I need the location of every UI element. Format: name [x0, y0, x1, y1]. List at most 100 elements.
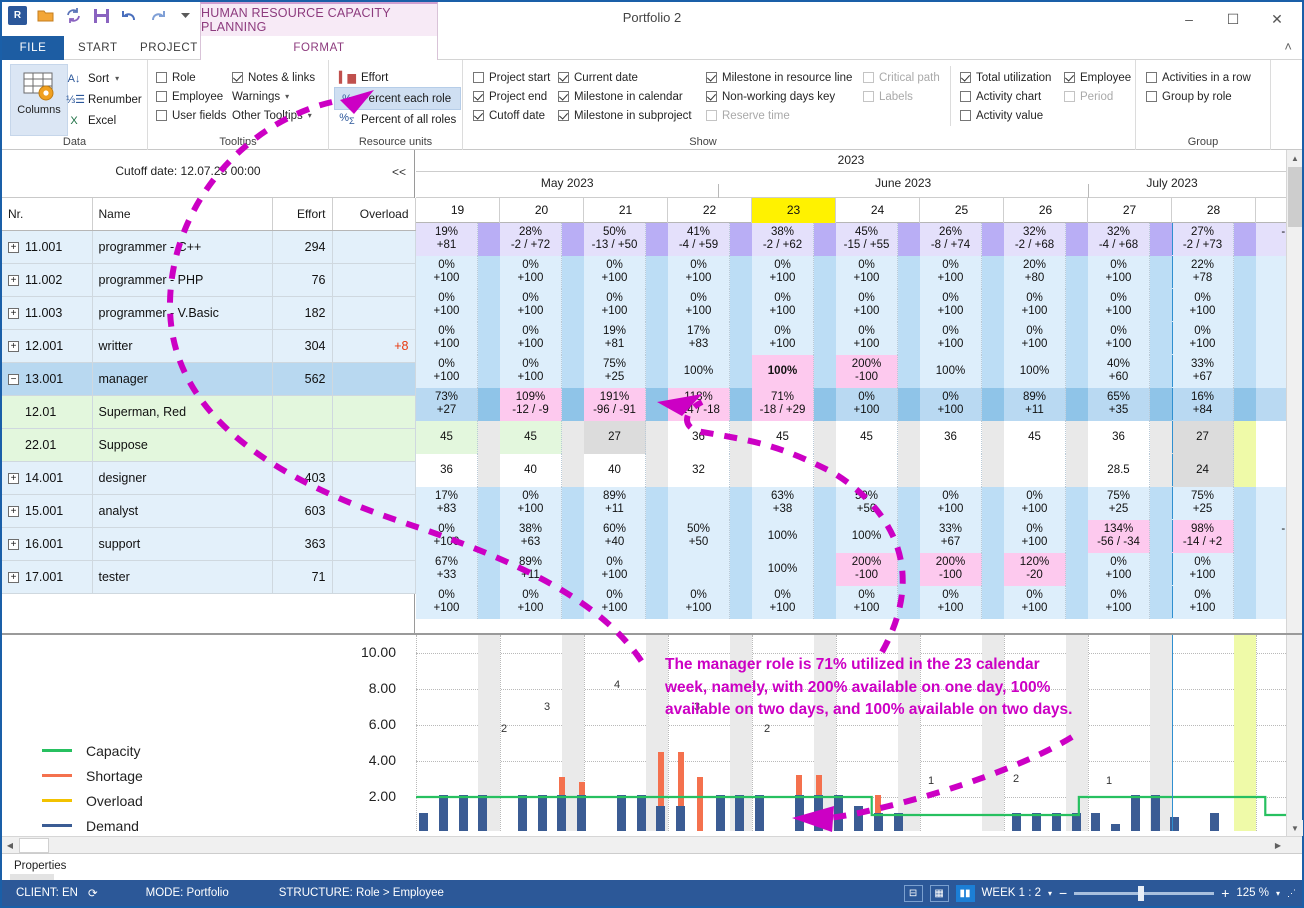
calendar-cell[interactable]: 22% +78 [1172, 256, 1234, 289]
calendar-cell[interactable]: 0% +100 [584, 553, 646, 586]
calendar-cell[interactable] [1256, 421, 1286, 454]
calendar-week-header-cell[interactable]: 20 [500, 198, 584, 223]
calendar-cell[interactable]: 27 [584, 421, 646, 454]
calendar-cell[interactable]: 32% -4 / +68 [1088, 223, 1150, 256]
calendar-cell[interactable]: 32 [668, 454, 730, 487]
maximize-icon[interactable]: ☐ [1212, 6, 1254, 32]
calendar-cell[interactable]: 0% +100 [1172, 289, 1234, 322]
check-project-start[interactable]: Project start [473, 68, 550, 87]
tab-project[interactable]: PROJECT [126, 36, 212, 60]
row-expander-icon[interactable]: + [8, 307, 19, 319]
excel-button[interactable]: X Excel [66, 110, 142, 131]
calendar-cell[interactable]: 200% -100 [920, 553, 982, 586]
row-expander-icon[interactable]: + [8, 505, 19, 517]
calendar-cell[interactable]: 0% +100 [1088, 586, 1150, 619]
calendar-cell[interactable]: 118% -24 / -18 [668, 388, 730, 421]
calendar-cell[interactable]: 0% +100 [500, 322, 562, 355]
calendar-cell[interactable]: 0% +100 [836, 256, 898, 289]
minimize-icon[interactable]: – [1168, 6, 1210, 32]
check-user-fields[interactable]: User fields [156, 106, 226, 125]
calendar-cell[interactable]: 0% +100 [584, 289, 646, 322]
calendar-cell[interactable]: 45 [416, 421, 478, 454]
table-row[interactable]: 22.01 Suppose [2, 428, 416, 462]
calendar-cell[interactable]: 75% +25 [584, 355, 646, 388]
check-group-by-role[interactable]: Group by role [1146, 87, 1251, 106]
calendar-cell[interactable]: 191% -96 / -91 [584, 388, 646, 421]
calendar-week-header-cell[interactable]: 29 [1256, 198, 1286, 223]
calendar-cell[interactable]: 0% +100 [416, 586, 478, 619]
calendar-cell[interactable]: 40 [584, 454, 646, 487]
calendar-cell[interactable] [1256, 289, 1286, 322]
warnings-menu[interactable]: Warnings ▾ [232, 87, 315, 106]
calendar-cell[interactable]: 24 [1172, 454, 1234, 487]
calendar-cell[interactable]: 0% +100 [920, 388, 982, 421]
calendar-cell[interactable] [1256, 454, 1286, 487]
calendar-cell[interactable]: 0% +100 [752, 586, 814, 619]
chevron-down-icon[interactable]: ▾ [115, 74, 119, 83]
calendar-cell[interactable]: 28.5 [1088, 454, 1150, 487]
calendar-cell[interactable]: 100% [1004, 355, 1066, 388]
calendar-cell[interactable]: 75% +25 [1172, 487, 1234, 520]
calendar-cell[interactable]: 45% -15 / +55 [836, 223, 898, 256]
calendar-cell[interactable]: 67% +33 [416, 553, 478, 586]
calendar-week-header-cell[interactable]: 28 [1172, 198, 1256, 223]
calendar-cell[interactable]: 0% +100 [752, 256, 814, 289]
effort-button[interactable]: ▍▆ Effort [335, 67, 460, 88]
calendar-cell[interactable] [1256, 586, 1286, 619]
calendar-cell[interactable]: 32% -2 / +68 [1004, 223, 1066, 256]
columns-button[interactable]: Columns [10, 64, 68, 136]
calendar-cell[interactable]: 0% +100 [416, 355, 478, 388]
collapse-ribbon-icon[interactable]: ˄ [1284, 39, 1292, 54]
calendar-cell[interactable]: 100% [920, 355, 982, 388]
check-milestone-resource-line[interactable]: Milestone in resource line [706, 68, 852, 87]
calendar-cell[interactable]: 0% +100 [920, 256, 982, 289]
calendar-week-header-cell[interactable]: 27 [1088, 198, 1172, 223]
check-project-end[interactable]: Project end [473, 87, 550, 106]
calendar-cell[interactable] [752, 454, 814, 487]
calendar-cell[interactable]: 0% +100 [500, 586, 562, 619]
resize-grip-icon[interactable]: ⋰ [1287, 888, 1296, 899]
calendar-cell[interactable]: 100% [668, 355, 730, 388]
hscroll-thumb[interactable] [19, 838, 49, 853]
calendar-cell[interactable]: 0% +100 [836, 586, 898, 619]
zoom-slider[interactable] [1074, 885, 1215, 901]
percent-each-role-button[interactable]: % Percent each role [333, 87, 462, 110]
calendar-cell[interactable]: 0% +100 [668, 256, 730, 289]
calendar-cell[interactable]: 200% -100 [836, 553, 898, 586]
row-expander-icon[interactable]: + [8, 340, 19, 352]
calendar-cell[interactable]: 100% [752, 520, 814, 553]
calendar-cell[interactable]: 19% +81 [584, 322, 646, 355]
table-row[interactable]: +11.001 programmer - C++ 294 [2, 230, 416, 264]
calendar-cell[interactable]: 98% -14 / +2 [1172, 520, 1234, 553]
calendar-cell[interactable]: 17% +83 [416, 487, 478, 520]
calendar-cell[interactable]: 0% +100 [752, 322, 814, 355]
chart-view-icon[interactable]: ▮▮ [955, 884, 975, 902]
calendar-cell[interactable]: 20% +80 [1004, 256, 1066, 289]
zoom-dropdown-icon[interactable]: ▾ [1276, 889, 1280, 898]
calendar-cell[interactable]: -1 [1256, 223, 1286, 256]
col-header-overload[interactable]: Overload [332, 198, 416, 231]
calendar-cell[interactable]: 0% +100 [500, 289, 562, 322]
check-milestone-subproject[interactable]: Milestone in subproject [558, 106, 692, 125]
check-notes-links[interactable]: Notes & links [232, 68, 315, 87]
zoom-slider-knob[interactable] [1138, 885, 1145, 901]
calendar-cell[interactable]: 28% -2 / +72 [500, 223, 562, 256]
calendar-week-header-cell[interactable]: 22 [668, 198, 752, 223]
calendar-cell[interactable]: 0% +100 [584, 256, 646, 289]
scale-dropdown-icon[interactable]: ▾ [1048, 889, 1052, 898]
calendar-cell[interactable]: 100% [752, 355, 814, 388]
calendar-week-header-cell[interactable]: 26 [1004, 198, 1088, 223]
table-row[interactable]: −13.001 manager 562 [2, 362, 416, 396]
calendar-cell[interactable]: 100% [752, 553, 814, 586]
calendar-cell[interactable] [1256, 553, 1286, 586]
scroll-down-icon[interactable]: ▼ [1287, 820, 1303, 836]
calendar-cell[interactable] [836, 454, 898, 487]
calendar-cell[interactable]: 109% -12 / -9 [500, 388, 562, 421]
calendar-cell[interactable]: 0% +100 [1172, 553, 1234, 586]
calendar-cell[interactable]: 73% +27 [416, 388, 478, 421]
col-header-nr[interactable]: Nr. [2, 198, 93, 231]
calendar-cell[interactable]: 26% -8 / +74 [920, 223, 982, 256]
calendar-cell[interactable]: 0% +100 [1004, 487, 1066, 520]
calendar-cell[interactable]: 0% +100 [500, 355, 562, 388]
histogram-horizontal-scrollbar[interactable]: ◀ ▶ [2, 836, 1302, 854]
